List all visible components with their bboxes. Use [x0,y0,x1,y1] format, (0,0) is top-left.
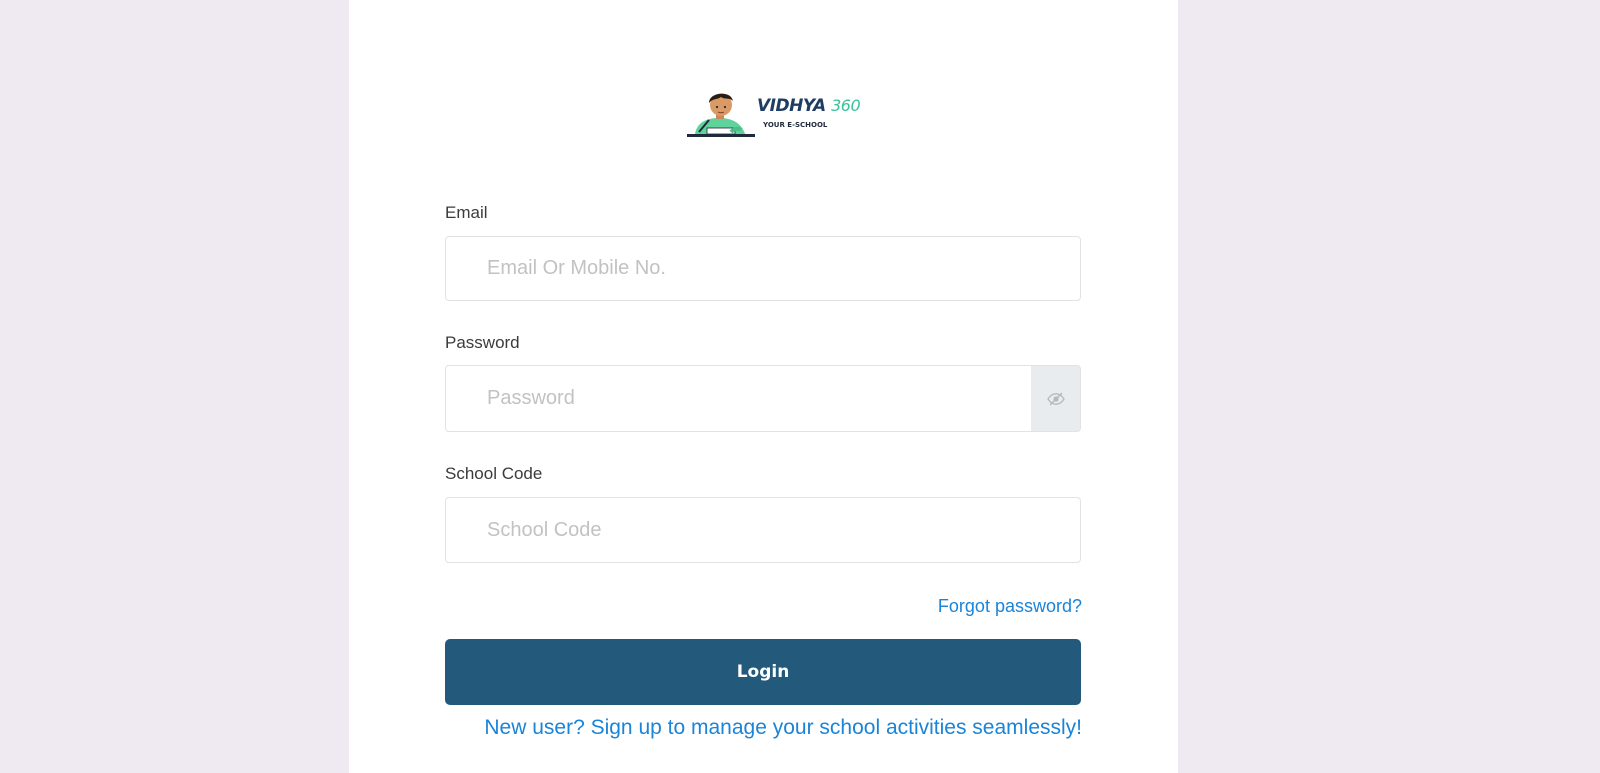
eye-slash-icon [1046,392,1065,405]
logo-brand-number: 360 [831,96,861,115]
email-input[interactable] [445,236,1081,301]
school-code-label: School Code [445,464,543,483]
login-card: VIDHYA 360 YOUR E-SCHOOL Email Password … [349,0,1178,773]
logo-brand: VIDHYA [757,96,826,116]
email-label: Email [445,203,488,222]
logo-wordmark: VIDHYA 360 [757,96,861,116]
password-input[interactable] [445,365,1032,432]
school-code-input[interactable] [445,497,1081,563]
password-label: Password [445,333,520,352]
signup-link[interactable]: New user? Sign up to manage your school … [484,716,1082,740]
vidhya360-logo: VIDHYA 360 YOUR E-SCHOOL [685,88,861,140]
logo-tagline: YOUR E-SCHOOL [763,121,828,129]
login-button[interactable]: Login [445,639,1081,705]
student-illustration-icon [687,93,755,137]
toggle-password-visibility-button[interactable] [1031,365,1081,432]
forgot-password-link[interactable]: Forgot password? [938,596,1082,617]
